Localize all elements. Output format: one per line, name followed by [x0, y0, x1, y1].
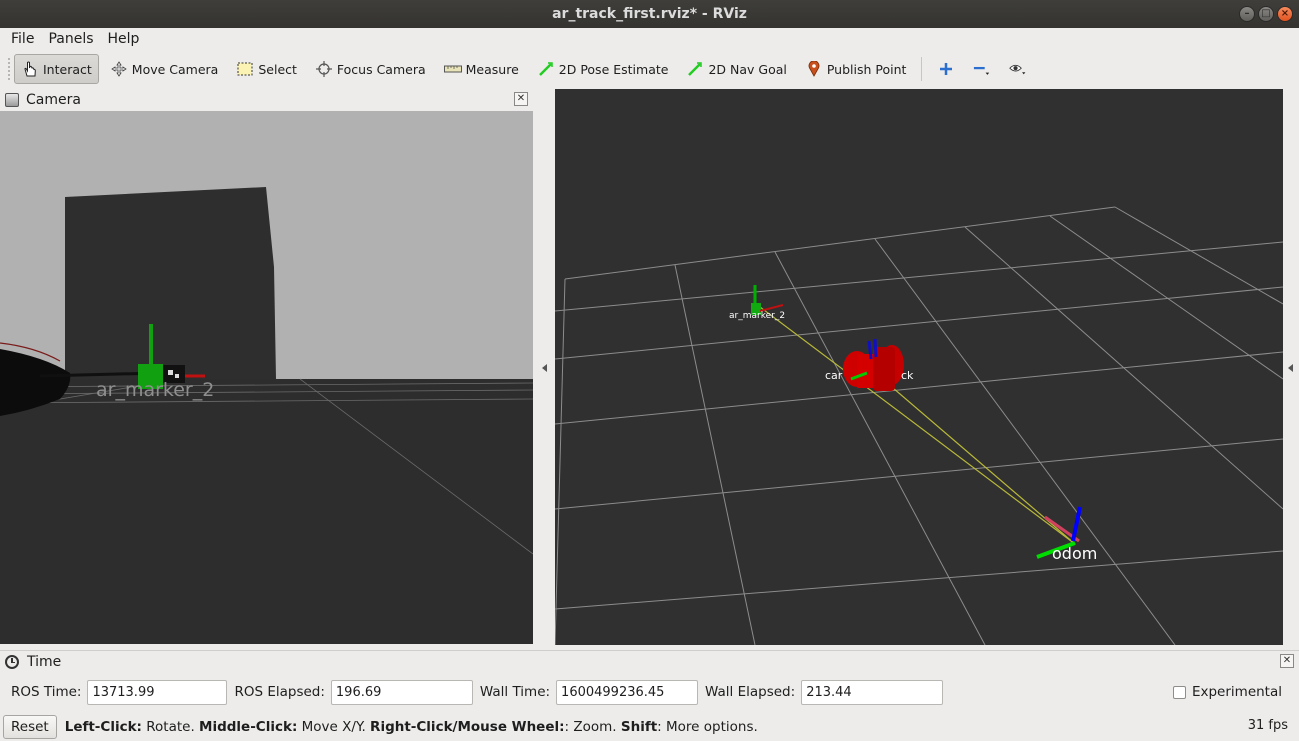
tf-frame-label-camera-partial: car	[825, 369, 843, 382]
focus-camera-tool-button[interactable]: Focus Camera	[308, 54, 433, 84]
wall-time-field[interactable]	[556, 679, 699, 705]
green-arrow-icon	[686, 60, 704, 78]
menu-file[interactable]: File	[4, 31, 41, 47]
ros-time-field[interactable]	[87, 679, 228, 705]
fps-counter: 31 fps	[1247, 718, 1288, 733]
2d-nav-goal-tool-label: 2D Nav Goal	[708, 61, 787, 77]
menu-bar: File Panels Help	[0, 28, 1299, 50]
tf-frame-label-marker: ar_marker_2	[729, 311, 786, 321]
remove-tool-button[interactable]	[966, 54, 998, 84]
hint-left-click-key: Left-Click:	[64, 719, 142, 735]
select-tool-button[interactable]: Select	[229, 54, 304, 84]
publish-point-tool-label: Publish Point	[826, 61, 907, 77]
2d-nav-goal-tool-button[interactable]: 2D Nav Goal	[679, 54, 793, 84]
interact-tool-button[interactable]: Interact	[14, 54, 99, 84]
ros-elapsed-label: ROS Elapsed:	[234, 684, 325, 700]
minimize-icon[interactable]: –	[1239, 6, 1255, 22]
time-panel-header: Time ✕	[0, 650, 1299, 672]
2d-pose-estimate-tool-button[interactable]: 2D Pose Estimate	[530, 54, 676, 84]
status-hint: Left-Click: Rotate. Middle-Click: Move X…	[65, 719, 758, 735]
experimental-toggle[interactable]: Experimental	[1172, 684, 1282, 700]
collapse-left-icon[interactable]	[542, 364, 547, 372]
3d-viewport[interactable]: ar_marker_2 car ck odom	[555, 89, 1283, 645]
menu-panels[interactable]: Panels	[41, 31, 100, 47]
crosshair-focus-icon	[315, 60, 333, 78]
status-bar: Reset Left-Click: Rotate. Middle-Click: …	[0, 713, 1299, 741]
move-camera-tool-label: Move Camera	[131, 61, 219, 77]
hand-pointer-icon	[21, 60, 39, 78]
select-tool-label: Select	[258, 61, 297, 77]
experimental-label: Experimental	[1191, 684, 1282, 700]
measure-tool-label: Measure	[465, 61, 519, 77]
hint-shift-text: : More options.	[657, 719, 758, 735]
ruler-icon	[443, 60, 462, 78]
ros-elapsed-field[interactable]	[330, 679, 473, 705]
interact-tool-label: Interact	[43, 61, 92, 77]
focus-camera-tool-label: Focus Camera	[336, 61, 426, 77]
toolbar-grip[interactable]	[8, 58, 12, 80]
clock-icon	[5, 654, 19, 669]
camera-panel-header: Camera ✕	[0, 89, 535, 111]
ros-time-label: ROS Time:	[11, 684, 82, 700]
tf-frame-label-camera-partial-right: ck	[901, 369, 914, 382]
time-panel-title: Time	[27, 653, 62, 670]
map-pin-icon	[805, 60, 823, 78]
2d-pose-estimate-tool-label: 2D Pose Estimate	[558, 61, 669, 77]
view-options-button[interactable]	[1002, 54, 1034, 84]
hint-left-click-text: Rotate.	[141, 719, 200, 735]
right-dock-splitter[interactable]	[1283, 89, 1299, 645]
hint-middle-click-text: Move X/Y.	[297, 719, 371, 735]
close-icon[interactable]: ✕	[1280, 654, 1294, 668]
measure-tool-button[interactable]: Measure	[437, 54, 526, 84]
publish-point-tool-button[interactable]: Publish Point	[798, 54, 914, 84]
maximize-icon[interactable]: □	[1258, 6, 1274, 22]
hint-right-click-text: : Zoom.	[564, 719, 621, 735]
camera-marker-label: ar_marker_2	[96, 379, 215, 401]
window-title: ar_track_first.rviz* - RViz	[552, 6, 747, 22]
reset-button[interactable]: Reset	[3, 715, 57, 739]
hint-shift-key: Shift	[620, 719, 658, 735]
plus-icon	[937, 60, 955, 78]
close-icon[interactable]: ✕	[514, 92, 528, 106]
minus-icon	[973, 60, 991, 78]
camera-panel-icon	[5, 93, 19, 107]
camera-viewport[interactable]: ar_marker_2	[0, 111, 533, 644]
add-tool-button[interactable]	[930, 54, 962, 84]
collapse-right-icon[interactable]	[1288, 364, 1293, 372]
tf-frame-label-odom: odom	[1052, 544, 1098, 563]
panel-splitter[interactable]	[535, 89, 555, 645]
eye-icon	[1009, 60, 1027, 78]
camera-panel: Camera ✕ ar_marker_2	[0, 89, 535, 645]
green-arrow-icon	[537, 60, 555, 78]
select-rectangle-icon	[236, 60, 254, 78]
experimental-checkbox[interactable]	[1172, 685, 1186, 699]
hint-right-click-key: Right-Click/Mouse Wheel:	[370, 719, 565, 735]
wall-elapsed-field[interactable]	[801, 679, 944, 705]
toolbar-separator	[921, 57, 923, 81]
hint-middle-click-key: Middle-Click:	[199, 719, 298, 735]
wall-time-label: Wall Time:	[479, 684, 551, 700]
wall-elapsed-label: Wall Elapsed:	[705, 684, 796, 700]
menu-help[interactable]: Help	[101, 31, 147, 47]
move-camera-tool-button[interactable]: Move Camera	[103, 54, 226, 84]
window-controls: – □ ×	[1239, 6, 1293, 22]
close-icon[interactable]: ×	[1277, 6, 1293, 22]
toolbar: Interact Move Camera Select Focus Camera…	[0, 50, 1299, 88]
title-bar: ar_track_first.rviz* - RViz – □ ×	[0, 0, 1299, 28]
move-arrows-icon	[110, 60, 128, 78]
camera-panel-title: Camera	[26, 92, 81, 108]
time-fields-row: ROS Time: ROS Elapsed: Wall Time: Wall E…	[0, 677, 1299, 707]
